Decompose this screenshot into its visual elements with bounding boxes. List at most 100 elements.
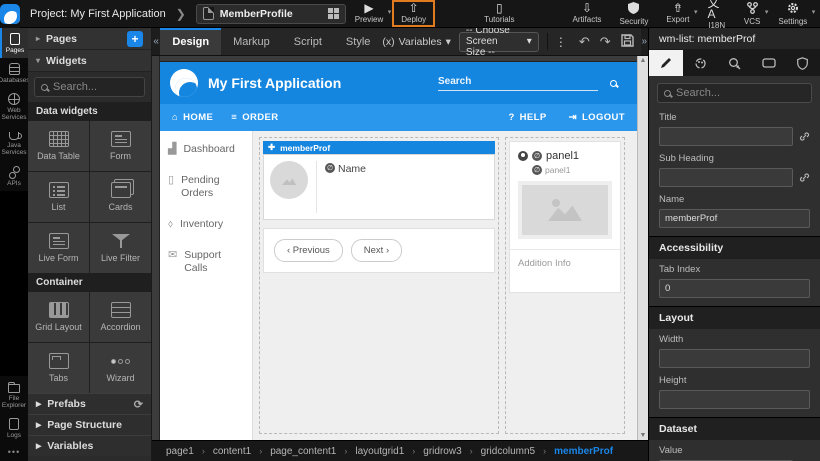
rail-item-java-services[interactable]: Java Services [0, 125, 28, 160]
rail-item-logs[interactable]: Logs [0, 413, 28, 443]
page-selector[interactable]: MemberProfile [196, 4, 346, 24]
widget-tile-list[interactable]: List [28, 172, 89, 222]
add-page-button[interactable]: + [127, 31, 143, 47]
i18n-button[interactable]: 文A I18N [698, 0, 734, 27]
panel-title-row[interactable]: ∅ panel1 [518, 150, 612, 162]
breadcrumb-memberprof[interactable]: memberProf [554, 446, 613, 457]
name-input[interactable]: memberProf [659, 209, 810, 228]
panel1-widget[interactable]: ∅ panel1 ∅ panel1 [509, 141, 621, 293]
tutorials-button[interactable]: ▯ Tutorials [475, 0, 523, 27]
panel-subtitle-row[interactable]: ∅ panel1 [532, 165, 612, 175]
grid-column-panel[interactable]: ∅ panel1 ∅ panel1 [505, 137, 625, 434]
title-input[interactable] [659, 127, 793, 146]
move-icon[interactable]: ✚ [268, 142, 275, 153]
grid-column-selection[interactable]: ✚ memberProf ∅ [259, 137, 499, 434]
nav-home[interactable]: ⌂ HOME [172, 112, 213, 123]
section-dataset[interactable]: Dataset [649, 417, 820, 440]
widget-tile-live-form[interactable]: Live Form [28, 223, 89, 273]
subheading-input[interactable] [659, 168, 793, 187]
rail-item-pages[interactable]: Pages [0, 28, 28, 58]
widget-tile-grid-layout[interactable]: Grid Layout [28, 292, 89, 342]
deploy-button[interactable]: ⇧ Deploy [392, 0, 435, 27]
list-item[interactable]: ∅ Name [263, 154, 495, 220]
panel-image-placeholder[interactable] [518, 181, 612, 239]
settings-button[interactable]: Settings ▾ [769, 0, 816, 27]
chevron-down-icon[interactable]: ▾ [388, 8, 392, 16]
rail-item-web-services[interactable]: Web Services [0, 88, 28, 125]
search-icon[interactable] [610, 80, 617, 87]
tab-style[interactable]: Style [334, 28, 382, 55]
collapse-right-panel-button[interactable]: » [641, 28, 648, 55]
scroll-up-icon[interactable]: ▲ [640, 57, 647, 64]
grid-icon[interactable] [328, 8, 339, 19]
widgets-accordion[interactable]: ▾ Widgets [28, 50, 151, 72]
pages-accordion[interactable]: ▸ Pages + [28, 28, 151, 50]
tab-events[interactable] [717, 50, 751, 76]
wavemaker-logo[interactable] [0, 0, 20, 28]
breadcrumb-gridrow3[interactable]: gridrow3 [423, 446, 461, 457]
artifacts-button[interactable]: ⇩ Artifacts [564, 0, 611, 27]
tab-design[interactable]: Design [160, 28, 221, 55]
widget-search-input[interactable]: Search... [34, 77, 145, 97]
rail-item-apis[interactable]: APIs [0, 160, 28, 191]
tab-markup[interactable]: Markup [221, 28, 282, 55]
vcs-button[interactable]: VCS ▾ [735, 0, 769, 27]
project-name[interactable]: Project: My First Application [30, 8, 166, 20]
widget-tile-wizard[interactable]: Wizard [90, 343, 151, 393]
widget-tile-accordion[interactable]: Accordion [90, 292, 151, 342]
previous-button[interactable]: ‹ Previous [274, 239, 343, 262]
height-input[interactable] [659, 390, 810, 409]
widget-tile-data-table[interactable]: Data Table [28, 121, 89, 171]
variables-dropdown[interactable]: (x) Variables ▾ [382, 36, 451, 48]
tab-script[interactable]: Script [282, 28, 334, 55]
preview-button[interactable]: ▶ Preview ▾ [346, 0, 392, 27]
chevron-down-icon[interactable]: ▾ [812, 8, 816, 16]
tab-properties[interactable] [649, 50, 683, 76]
export-button[interactable]: ⇮ Export ▾ [657, 0, 698, 27]
sidebar-item-pending-orders[interactable]: ▯ Pending Orders [168, 174, 244, 200]
more-options-icon[interactable]: ••• [0, 443, 28, 461]
sidebar-item-inventory[interactable]: ⬨ Inventory [168, 218, 244, 231]
widget-tile-form[interactable]: Form [90, 121, 151, 171]
next-button[interactable]: Next › [351, 239, 402, 262]
nav-order[interactable]: ≡ ORDER [231, 112, 278, 123]
security-button[interactable]: Security [610, 0, 657, 27]
collapse-left-panel-button[interactable]: « [152, 28, 160, 55]
page-structure-accordion[interactable]: ▸ Page Structure [28, 414, 151, 435]
refresh-icon[interactable]: ⟳ [134, 398, 143, 411]
bind-link-icon[interactable] [799, 131, 810, 142]
tab-security[interactable] [786, 50, 820, 76]
breadcrumb-page-content1[interactable]: page_content1 [270, 446, 336, 457]
sidebar-item-support-calls[interactable]: ✉ Support Calls [168, 249, 244, 275]
widget-tile-live-filter[interactable]: Live Filter [90, 223, 151, 273]
preview-search-input[interactable]: Search [438, 76, 598, 91]
widget-tile-tabs[interactable]: Tabs [28, 343, 89, 393]
chevron-down-icon[interactable]: ▾ [694, 8, 698, 16]
scroll-down-icon[interactable]: ▼ [640, 432, 647, 439]
list-item-name[interactable]: ∅ Name [325, 161, 366, 213]
section-layout[interactable]: Layout [649, 306, 820, 329]
breadcrumb-gridcolumn5[interactable]: gridcolumn5 [481, 446, 535, 457]
tab-device[interactable] [752, 50, 786, 76]
nav-logout[interactable]: ⇥ LOGOUT [569, 112, 625, 123]
tab-styles[interactable] [683, 50, 717, 76]
nav-help[interactable]: ? HELP [508, 112, 546, 123]
toolbar-menu-icon[interactable]: ⋮ [547, 33, 574, 49]
canvas-scrollbar[interactable]: ▲ ▼ [637, 56, 648, 440]
sidebar-item-dashboard[interactable]: ▟ Dashboard [168, 143, 244, 156]
variables-accordion[interactable]: ▸ Variables [28, 435, 151, 456]
properties-search-input[interactable]: Search... [657, 83, 812, 103]
tabindex-input[interactable]: 0 [659, 279, 810, 298]
widget-tile-cards[interactable]: Cards [90, 172, 151, 222]
chevron-down-icon[interactable]: ▾ [765, 8, 769, 16]
list-widget-header[interactable]: ✚ memberProf [263, 141, 495, 154]
member-list-widget[interactable]: ✚ memberProf ∅ [263, 141, 495, 273]
breadcrumb-page1[interactable]: page1 [166, 446, 194, 457]
save-icon[interactable] [616, 34, 639, 50]
bind-link-icon[interactable] [799, 172, 810, 183]
screen-size-select[interactable]: -- Choose Screen Size -- ▾ [459, 32, 539, 52]
breadcrumb-content1[interactable]: content1 [213, 446, 251, 457]
rail-item-databases[interactable]: Databases [0, 58, 28, 88]
breadcrumb-layoutgrid1[interactable]: layoutgrid1 [355, 446, 404, 457]
undo-icon[interactable]: ↶ [574, 34, 595, 50]
